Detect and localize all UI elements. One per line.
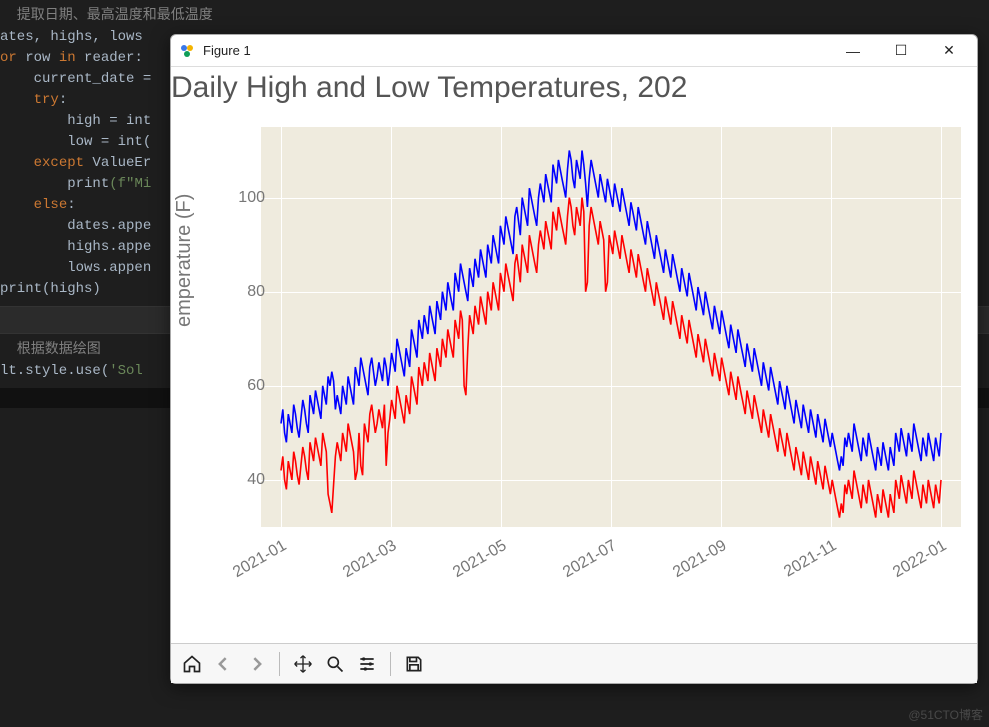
chart-title: Daily High and Low Temperatures, 202 xyxy=(171,71,977,105)
pan-button[interactable] xyxy=(288,649,318,679)
x-tick: 2021-09 xyxy=(643,537,730,598)
pan-icon xyxy=(293,654,313,674)
zoom-button[interactable] xyxy=(320,649,350,679)
back-button[interactable] xyxy=(209,649,239,679)
x-tick: 2021-01 xyxy=(203,537,290,598)
window-title: Figure 1 xyxy=(203,43,251,58)
x-tick: 2021-03 xyxy=(313,537,400,598)
configure-button[interactable] xyxy=(352,649,382,679)
close-icon: ✕ xyxy=(943,42,955,59)
toolbar-separator xyxy=(390,652,391,676)
figure-window: Figure 1 — ☐ ✕ Daily High and Low Temper… xyxy=(170,34,978,684)
forward-icon xyxy=(246,654,266,674)
maximize-button[interactable]: ☐ xyxy=(881,39,921,63)
app-icon xyxy=(179,43,195,59)
lows-line xyxy=(281,198,941,518)
x-tick: 2021-07 xyxy=(533,537,620,598)
plot-area[interactable]: Daily High and Low Temperatures, 202 emp… xyxy=(171,67,977,643)
home-icon xyxy=(182,654,202,674)
highs-line xyxy=(281,151,941,471)
code-line: 提取日期、最高温度和最低温度 xyxy=(0,6,989,27)
zoom-icon xyxy=(325,654,345,674)
toolbar-separator xyxy=(279,652,280,676)
home-button[interactable] xyxy=(177,649,207,679)
maximize-icon: ☐ xyxy=(895,42,908,59)
chart-lines xyxy=(261,127,961,527)
matplotlib-toolbar xyxy=(171,643,977,683)
back-icon xyxy=(214,654,234,674)
forward-button[interactable] xyxy=(241,649,271,679)
minimize-icon: — xyxy=(846,43,860,59)
watermark: @51CTO博客 xyxy=(908,706,983,723)
save-button[interactable] xyxy=(399,649,429,679)
close-button[interactable]: ✕ xyxy=(929,39,969,63)
y-axis-label: emperature (F) xyxy=(173,194,196,327)
x-tick: 2022-01 xyxy=(863,537,950,598)
x-tick: 2021-11 xyxy=(753,537,840,598)
x-tick: 2021-05 xyxy=(423,537,510,598)
sliders-icon xyxy=(357,654,377,674)
window-titlebar[interactable]: Figure 1 — ☐ ✕ xyxy=(171,35,977,67)
save-icon xyxy=(404,654,424,674)
minimize-button[interactable]: — xyxy=(833,39,873,63)
